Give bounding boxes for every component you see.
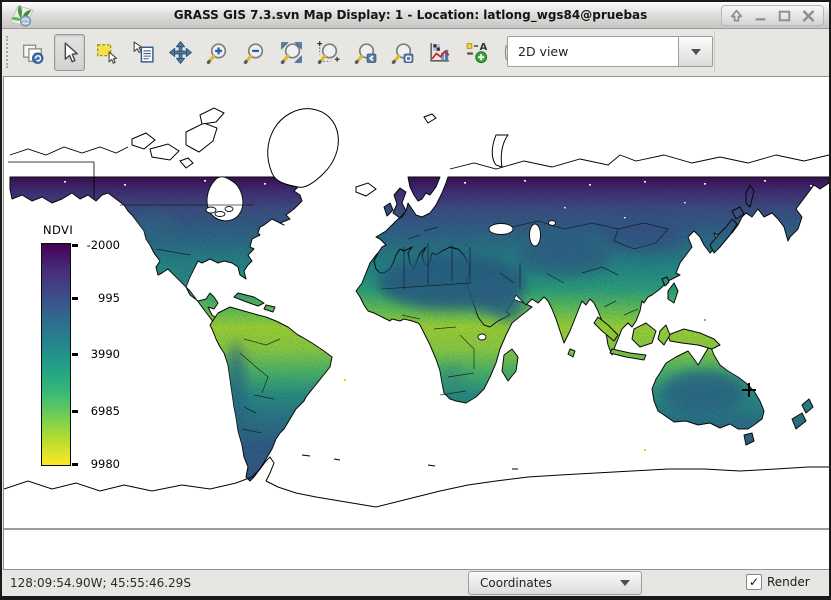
world-ndvi-map bbox=[4, 77, 829, 569]
view-mode-value[interactable]: 2D view bbox=[507, 36, 678, 67]
statusbar-mode-value: Coordinates bbox=[469, 576, 620, 590]
antarctica-coastline bbox=[4, 455, 829, 507]
render-checkbox-label: Render bbox=[767, 575, 810, 589]
analyze-map-icon bbox=[427, 40, 452, 65]
previous-zoom-icon bbox=[353, 40, 378, 65]
legend-title: NDVI bbox=[43, 223, 73, 237]
select-icon bbox=[94, 40, 119, 65]
raster-grain bbox=[4, 177, 829, 507]
legend-tick-label: 995 bbox=[82, 291, 120, 305]
pointer-button[interactable] bbox=[54, 34, 85, 71]
shade-button[interactable] bbox=[725, 6, 748, 25]
chevron-down-icon bbox=[620, 580, 630, 586]
zoom-in-button[interactable] bbox=[202, 34, 233, 71]
map-display-window: GRASS GIS 7.3.svn Map Display: 1 - Locat… bbox=[0, 0, 831, 600]
legend-tick-mark bbox=[72, 297, 78, 300]
zoom-to-extent-icon bbox=[279, 40, 304, 65]
pan-icon bbox=[168, 40, 193, 65]
pointer-icon bbox=[57, 40, 82, 65]
query-icon bbox=[131, 40, 156, 65]
titlebar: GRASS GIS 7.3.svn Map Display: 1 - Locat… bbox=[2, 2, 829, 29]
minimize-button[interactable] bbox=[749, 6, 772, 25]
analyze-map-button[interactable] bbox=[424, 34, 455, 71]
add-map-elements-button[interactable]: A bbox=[461, 34, 492, 71]
zoom-to-region-button[interactable] bbox=[313, 34, 344, 71]
legend-tick-mark bbox=[72, 353, 78, 356]
legend-tick-label: 9980 bbox=[82, 457, 120, 471]
query-button[interactable] bbox=[128, 34, 159, 71]
zoom-to-region-icon bbox=[316, 40, 341, 65]
add-map-elements-icon: A bbox=[464, 40, 489, 65]
window-controls bbox=[721, 5, 824, 26]
previous-zoom-button[interactable] bbox=[350, 34, 381, 71]
coordinates-readout: 128:09:54.90W; 45:55:46.29S bbox=[10, 576, 191, 590]
render-checkbox[interactable]: ✓ bbox=[746, 574, 762, 590]
zoom-in-icon bbox=[205, 40, 230, 65]
view-mode-selector[interactable]: 2D view bbox=[507, 36, 713, 67]
map-legend: NDVI -2000 995 3990 6985 9980 bbox=[41, 223, 73, 466]
legend-tick-mark bbox=[72, 244, 78, 247]
zoom-out-button[interactable] bbox=[239, 34, 270, 71]
legend-tick-mark bbox=[72, 410, 78, 413]
select-button[interactable] bbox=[91, 34, 122, 71]
grass-gis-logo-icon bbox=[8, 3, 36, 31]
close-button[interactable] bbox=[797, 6, 820, 25]
render-toggle-group: ✓ Render bbox=[746, 574, 810, 590]
legend-color-bar bbox=[41, 243, 71, 466]
zoom-options-button[interactable] bbox=[387, 34, 418, 71]
chevron-down-icon bbox=[691, 49, 701, 55]
pan-button[interactable] bbox=[165, 34, 196, 71]
render-map-icon bbox=[20, 40, 45, 65]
map-toolbar: A 2D view bbox=[2, 29, 829, 75]
legend-tick-label: 6985 bbox=[82, 404, 120, 418]
statusbar: 128:09:54.90W; 45:55:46.29S Coordinates … bbox=[2, 570, 829, 596]
view-mode-dropdown-button[interactable] bbox=[678, 36, 713, 67]
statusbar-mode-selector[interactable]: Coordinates bbox=[468, 571, 642, 595]
map-canvas[interactable]: NDVI -2000 995 3990 6985 9980 bbox=[3, 76, 830, 570]
render-map-button[interactable] bbox=[17, 34, 48, 71]
legend-tick-mark bbox=[72, 463, 78, 466]
zoom-options-icon bbox=[390, 40, 415, 65]
legend-tick-label: -2000 bbox=[82, 238, 120, 252]
toolbar-grip[interactable] bbox=[6, 36, 11, 68]
window-title: GRASS GIS 7.3.svn Map Display: 1 - Locat… bbox=[122, 2, 699, 28]
zoom-to-extent-button[interactable] bbox=[276, 34, 307, 71]
svg-text:A: A bbox=[480, 42, 488, 53]
legend-tick-label: 3990 bbox=[82, 347, 120, 361]
zoom-out-icon bbox=[242, 40, 267, 65]
maximize-button[interactable] bbox=[773, 6, 796, 25]
